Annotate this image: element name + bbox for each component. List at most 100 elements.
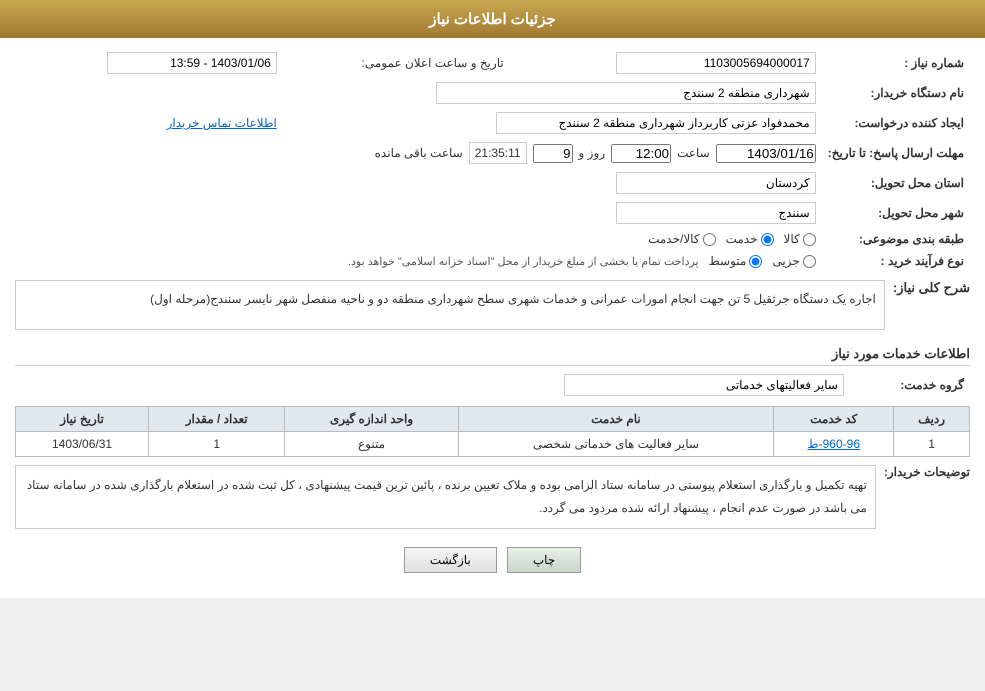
deadline-value-cell: ساعت روز و 21:35:11 ساعت باقی مانده: [15, 138, 822, 168]
category-kala-radio[interactable]: [803, 233, 816, 246]
description-row: شرح کلی نیاز: اجاره یک دستگاه جرثقیل 5 ت…: [15, 280, 970, 338]
service-group-input[interactable]: [564, 374, 844, 396]
row-province: استان محل تحویل:: [15, 168, 970, 198]
province-label: استان محل تحویل:: [822, 168, 970, 198]
service-group-table: گروه خدمت:: [15, 370, 970, 400]
services-table: ردیف کد خدمت نام خدمت واحد اندازه گیری ت…: [15, 406, 970, 457]
service-group-label: گروه خدمت:: [850, 370, 970, 400]
province-value-cell: [15, 168, 822, 198]
announcement-date-input[interactable]: [107, 52, 277, 74]
need-number-input[interactable]: [616, 52, 816, 74]
services-table-body: 1 960-96-ط سایر فعالیت های خدماتی شخصی م…: [16, 432, 970, 457]
deadline-remaining: 21:35:11: [469, 142, 527, 164]
category-kala-khadamat-label: کالا/خدمت: [648, 232, 699, 246]
buyer-org-value-cell: [15, 78, 822, 108]
deadline-date-input[interactable]: [716, 144, 816, 163]
province-input[interactable]: [616, 172, 816, 194]
city-input[interactable]: [616, 202, 816, 224]
content-area: شماره نیاز : تاریخ و ساعت اعلان عمومی: ن…: [0, 38, 985, 598]
col-name: نام خدمت: [458, 407, 774, 432]
category-radio-group: کالا خدمت کالا/خدمت: [21, 232, 816, 246]
cell-count: 1: [149, 432, 285, 457]
col-code: کد خدمت: [774, 407, 894, 432]
col-unit: واحد اندازه گیری: [285, 407, 458, 432]
row-creator: ایجاد کننده درخواست: اطلاعات تماس خریدار: [15, 108, 970, 138]
contact-link-cell: اطلاعات تماس خریدار: [15, 108, 283, 138]
process-motavasset[interactable]: متوسط: [709, 254, 763, 268]
back-button[interactable]: بازگشت: [404, 547, 497, 573]
cell-name: سایر فعالیت های خدماتی شخصی: [458, 432, 774, 457]
creator-label: ایجاد کننده درخواست:: [822, 108, 970, 138]
city-label: شهر محل تحویل:: [822, 198, 970, 228]
contact-link[interactable]: اطلاعات تماس خریدار: [167, 116, 277, 130]
process-value-cell: جزیی متوسط پرداخت تمام یا بخشی از مبلغ خ…: [15, 250, 822, 272]
table-row: 1 960-96-ط سایر فعالیت های خدماتی شخصی م…: [16, 432, 970, 457]
category-khadamat[interactable]: خدمت: [726, 232, 774, 246]
description-box: اجاره یک دستگاه جرثقیل 5 تن جهت انجام ام…: [15, 280, 885, 330]
creator-value-cell: [283, 108, 822, 138]
buttons-row: چاپ بازگشت: [15, 537, 970, 588]
process-jozvi-label: جزیی: [772, 254, 799, 268]
category-value-cell: کالا خدمت کالا/خدمت: [15, 228, 822, 250]
need-number-value-cell: [510, 48, 822, 78]
category-khadamat-label: خدمت: [726, 232, 758, 246]
buyer-org-label: نام دستگاه خریدار:: [822, 78, 970, 108]
description-text: اجاره یک دستگاه جرثقیل 5 تن جهت انجام ام…: [150, 292, 876, 306]
buyer-notes-row: توضیحات خریدار: تهیه تکمیل و بارگذاری اس…: [15, 465, 970, 537]
page-title: جزئیات اطلاعات نیاز: [429, 11, 556, 28]
print-button[interactable]: چاپ: [507, 547, 581, 573]
buyer-notes-text: تهیه تکمیل و بارگذاری استعلام پیوستی در …: [27, 478, 867, 515]
process-motavasset-radio[interactable]: [749, 255, 762, 268]
buyer-notes-label: توضیحات خریدار:: [884, 465, 970, 479]
cell-row: 1: [894, 432, 970, 457]
cell-date: 1403/06/31: [16, 432, 149, 457]
cell-code[interactable]: 960-96-ط: [774, 432, 894, 457]
deadline-day-label: روز و: [579, 146, 606, 160]
service-group-value-cell: [15, 370, 850, 400]
category-kala-label: کالا: [784, 232, 800, 246]
row-city: شهر محل تحویل:: [15, 198, 970, 228]
deadline-day-input[interactable]: [533, 144, 573, 163]
need-number-label: شماره نیاز :: [822, 48, 970, 78]
category-kala-khadamat-radio[interactable]: [703, 233, 716, 246]
row-category: طبقه بندی موضوعی: کالا خدمت: [15, 228, 970, 250]
row-deadline: مهلت ارسال پاسخ: تا تاریخ: ساعت روز و 21…: [15, 138, 970, 168]
process-note: پرداخت تمام یا بخشی از مبلغ خریدار از مح…: [348, 255, 699, 268]
process-label: نوع فرآیند خرید :: [822, 250, 970, 272]
row-process: نوع فرآیند خرید : جزیی متوسط پرداخت تمام…: [15, 250, 970, 272]
deadline-inline: ساعت روز و 21:35:11 ساعت باقی مانده: [21, 142, 816, 164]
category-kala[interactable]: کالا: [784, 232, 816, 246]
process-jozvi[interactable]: جزیی: [772, 254, 815, 268]
services-header-row: ردیف کد خدمت نام خدمت واحد اندازه گیری ت…: [16, 407, 970, 432]
deadline-label: مهلت ارسال پاسخ: تا تاریخ:: [822, 138, 970, 168]
page-header: جزئیات اطلاعات نیاز: [0, 0, 985, 38]
announcement-date-value-cell: [15, 48, 283, 78]
col-date: تاریخ نیاز: [16, 407, 149, 432]
deadline-remaining-label: ساعت باقی مانده: [375, 146, 463, 160]
process-radio-group: جزیی متوسط پرداخت تمام یا بخشی از مبلغ خ…: [21, 254, 816, 268]
process-motavasset-label: متوسط: [709, 254, 747, 268]
service-group-row: گروه خدمت:: [15, 370, 970, 400]
creator-input[interactable]: [496, 112, 816, 134]
buyer-org-input[interactable]: [436, 82, 816, 104]
buyer-notes-box: تهیه تکمیل و بارگذاری استعلام پیوستی در …: [15, 465, 876, 529]
deadline-time-label: ساعت: [677, 146, 710, 160]
city-value-cell: [15, 198, 822, 228]
page-wrapper: جزئیات اطلاعات نیاز شماره نیاز : تاریخ و…: [0, 0, 985, 598]
cell-unit: متنوع: [285, 432, 458, 457]
col-count: تعداد / مقدار: [149, 407, 285, 432]
row-buyer-org: نام دستگاه خریدار:: [15, 78, 970, 108]
col-row: ردیف: [894, 407, 970, 432]
category-label: طبقه بندی موضوعی:: [822, 228, 970, 250]
process-jozvi-radio[interactable]: [803, 255, 816, 268]
category-khadamat-radio[interactable]: [761, 233, 774, 246]
services-table-header: ردیف کد خدمت نام خدمت واحد اندازه گیری ت…: [16, 407, 970, 432]
description-label: شرح کلی نیاز:: [893, 280, 970, 299]
announcement-date-label-cell: تاریخ و ساعت اعلان عمومی:: [283, 48, 510, 78]
announcement-date-label: تاریخ و ساعت اعلان عمومی:: [362, 56, 504, 70]
services-section-title: اطلاعات خدمات مورد نیاز: [15, 346, 970, 366]
row-need-number: شماره نیاز : تاریخ و ساعت اعلان عمومی:: [15, 48, 970, 78]
main-info-table: شماره نیاز : تاریخ و ساعت اعلان عمومی: ن…: [15, 48, 970, 272]
category-kala-khadamat[interactable]: کالا/خدمت: [648, 232, 715, 246]
deadline-time-input[interactable]: [611, 144, 671, 163]
